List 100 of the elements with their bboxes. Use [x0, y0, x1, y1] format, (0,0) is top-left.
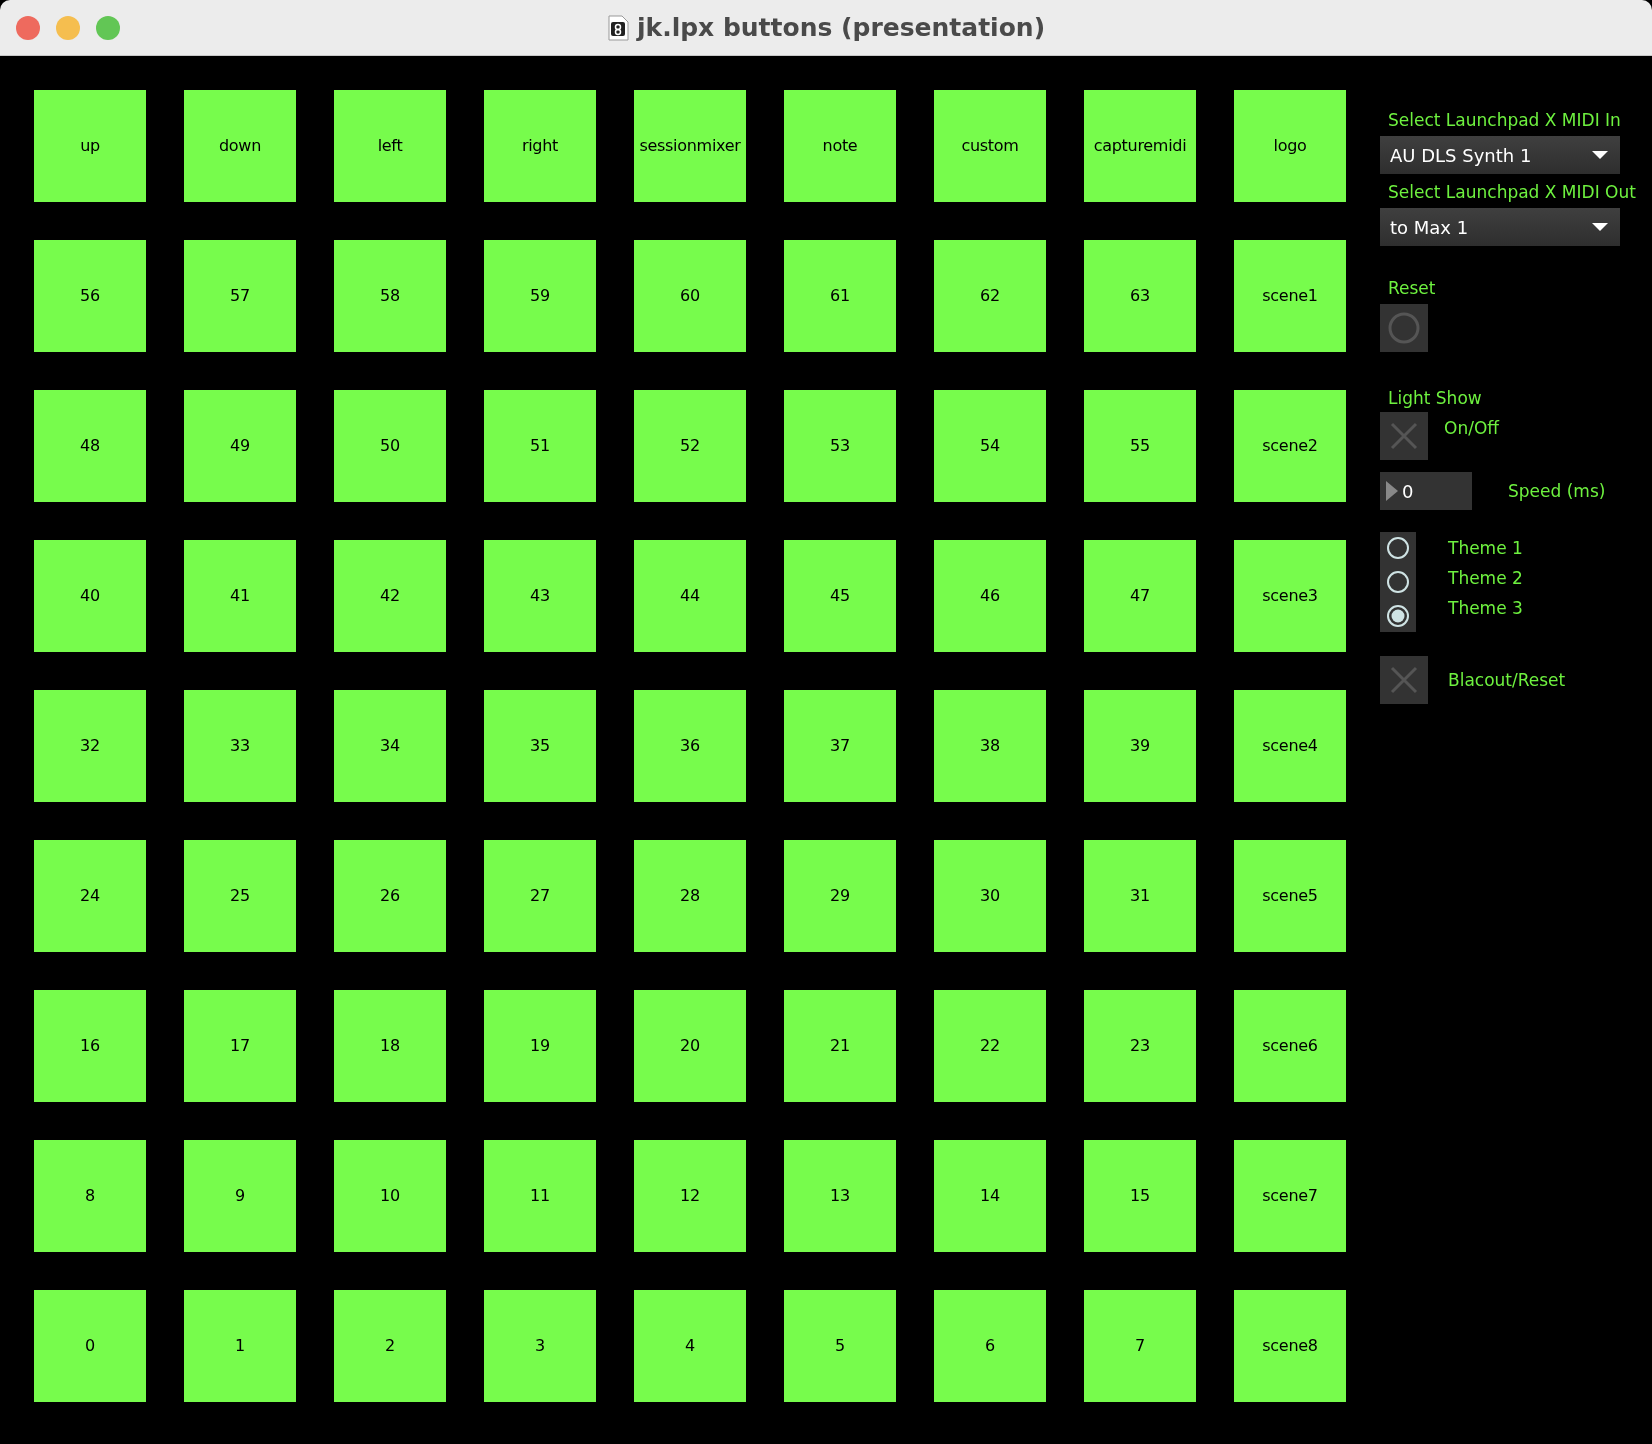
pad-button[interactable]: left — [334, 90, 446, 202]
pad-button[interactable]: 49 — [184, 390, 296, 502]
pad-button[interactable]: 27 — [484, 840, 596, 952]
pad-button[interactable]: 63 — [1084, 240, 1196, 352]
pad-button[interactable]: up — [34, 90, 146, 202]
minimize-button[interactable] — [56, 16, 80, 40]
pad-button[interactable]: 33 — [184, 690, 296, 802]
pad-button[interactable]: scene7 — [1234, 1140, 1346, 1252]
pad-button[interactable]: 32 — [34, 690, 146, 802]
pad-button[interactable]: 41 — [184, 540, 296, 652]
pad-button[interactable]: right — [484, 90, 596, 202]
midi-dropdown[interactable]: to Max 1 — [1380, 208, 1620, 246]
pad-button[interactable]: 36 — [634, 690, 746, 802]
pad-button[interactable]: scene2 — [1234, 390, 1346, 502]
pad-button[interactable]: 56 — [34, 240, 146, 352]
pad-button[interactable]: 62 — [934, 240, 1046, 352]
pad-button[interactable]: 61 — [784, 240, 896, 352]
pad-button[interactable]: 8 — [34, 1140, 146, 1252]
pad-button[interactable]: 35 — [484, 690, 596, 802]
radio-button[interactable] — [1386, 570, 1410, 594]
pad-button[interactable]: 10 — [334, 1140, 446, 1252]
pad-button[interactable]: 47 — [1084, 540, 1196, 652]
pad-button[interactable]: 54 — [934, 390, 1046, 502]
pad-button[interactable]: note — [784, 90, 896, 202]
pad-button[interactable]: 9 — [184, 1140, 296, 1252]
pad-button[interactable]: scene5 — [1234, 840, 1346, 952]
pad-button[interactable]: 45 — [784, 540, 896, 652]
pad-button[interactable]: 60 — [634, 240, 746, 352]
midi-dropdown[interactable]: AU DLS Synth 1 — [1380, 136, 1620, 174]
pad-button[interactable]: 5 — [784, 1290, 896, 1402]
number-box[interactable]: 0 — [1380, 472, 1472, 510]
pad-button[interactable]: 13 — [784, 1140, 896, 1252]
pad-button[interactable]: 4 — [634, 1290, 746, 1402]
pad-button[interactable]: 55 — [1084, 390, 1196, 502]
field-label: Select Launchpad X MIDI In — [1388, 110, 1622, 130]
pad-button[interactable]: 34 — [334, 690, 446, 802]
pad-button[interactable]: 20 — [634, 990, 746, 1102]
pad-button[interactable]: 3 — [484, 1290, 596, 1402]
document-icon — [606, 14, 629, 41]
pad-button[interactable]: 58 — [334, 240, 446, 352]
pad-button[interactable]: 0 — [34, 1290, 146, 1402]
pad-button[interactable]: 40 — [34, 540, 146, 652]
reset-button[interactable] — [1380, 304, 1428, 352]
pad-button[interactable]: 50 — [334, 390, 446, 502]
field-label: Speed (ms) — [1508, 481, 1606, 501]
pad-button[interactable]: down — [184, 90, 296, 202]
pad-button[interactable]: 7 — [1084, 1290, 1196, 1402]
pad-button[interactable]: 1 — [184, 1290, 296, 1402]
pad-button[interactable]: 22 — [934, 990, 1046, 1102]
pad-button[interactable]: 59 — [484, 240, 596, 352]
toggle-button[interactable] — [1380, 412, 1428, 460]
pad-button[interactable]: 26 — [334, 840, 446, 952]
pad-button[interactable]: 48 — [34, 390, 146, 502]
pad-button[interactable]: 30 — [934, 840, 1046, 952]
pad-button[interactable]: 31 — [1084, 840, 1196, 952]
pad-button[interactable]: 52 — [634, 390, 746, 502]
close-button[interactable] — [16, 16, 40, 40]
pad-button[interactable]: 44 — [634, 540, 746, 652]
pad-button[interactable]: logo — [1234, 90, 1346, 202]
pad-button[interactable]: scene4 — [1234, 690, 1346, 802]
pad-button[interactable]: custom — [934, 90, 1046, 202]
pad-button[interactable]: 17 — [184, 990, 296, 1102]
pad-button[interactable]: 24 — [34, 840, 146, 952]
pad-button[interactable]: 57 — [184, 240, 296, 352]
pad-button[interactable]: 16 — [34, 990, 146, 1102]
pad-button[interactable]: scene8 — [1234, 1290, 1346, 1402]
toggle-button[interactable] — [1380, 656, 1428, 704]
toggle-label: On/Off — [1444, 418, 1499, 438]
pad-button[interactable]: capturemidi — [1084, 90, 1196, 202]
pad-button[interactable]: scene3 — [1234, 540, 1346, 652]
pad-button[interactable]: scene6 — [1234, 990, 1346, 1102]
pad-button[interactable]: 29 — [784, 840, 896, 952]
pad-button[interactable]: 14 — [934, 1140, 1046, 1252]
radio-label: Theme 3 — [1448, 598, 1523, 620]
pad-button[interactable]: 53 — [784, 390, 896, 502]
zoom-button[interactable] — [96, 16, 120, 40]
pad-button[interactable]: 18 — [334, 990, 446, 1102]
pad-button[interactable]: 15 — [1084, 1140, 1196, 1252]
section-label: Light Show — [1388, 388, 1483, 408]
pad-button[interactable]: 12 — [634, 1140, 746, 1252]
radio-button[interactable] — [1386, 604, 1410, 628]
pad-button[interactable]: 2 — [334, 1290, 446, 1402]
pad-button[interactable]: 37 — [784, 690, 896, 802]
pad-button[interactable]: 19 — [484, 990, 596, 1102]
pad-button[interactable]: 23 — [1084, 990, 1196, 1102]
pad-button[interactable]: 28 — [634, 840, 746, 952]
pad-button[interactable]: sessionmixer — [634, 90, 746, 202]
pad-button[interactable]: 43 — [484, 540, 596, 652]
pad-button[interactable]: 38 — [934, 690, 1046, 802]
pad-button[interactable]: 25 — [184, 840, 296, 952]
pad-button[interactable]: 11 — [484, 1140, 596, 1252]
caret-icon — [1592, 222, 1608, 232]
pad-button[interactable]: 42 — [334, 540, 446, 652]
pad-button[interactable]: scene1 — [1234, 240, 1346, 352]
pad-button[interactable]: 51 — [484, 390, 596, 502]
pad-button[interactable]: 6 — [934, 1290, 1046, 1402]
radio-button[interactable] — [1386, 536, 1410, 560]
pad-button[interactable]: 46 — [934, 540, 1046, 652]
pad-button[interactable]: 21 — [784, 990, 896, 1102]
pad-button[interactable]: 39 — [1084, 690, 1196, 802]
